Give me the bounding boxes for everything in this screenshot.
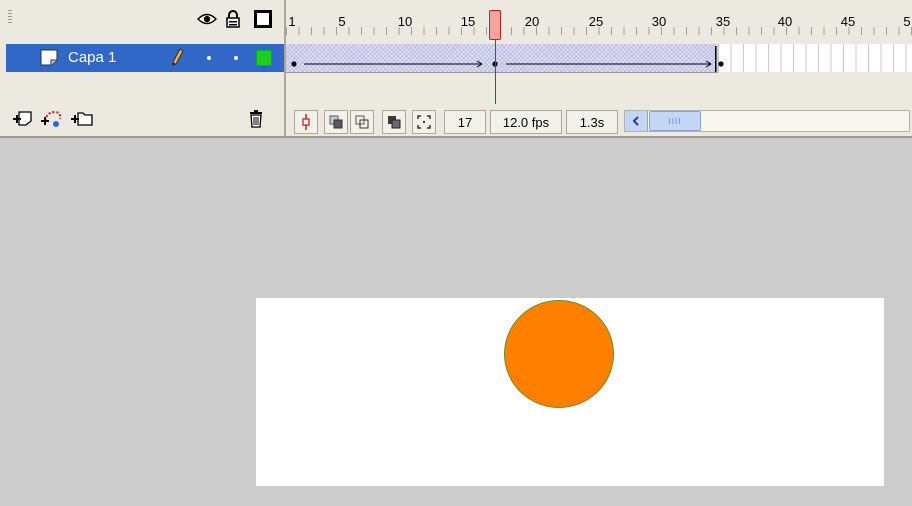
onion-skin-outlines-icon <box>355 115 369 129</box>
orange-circle-shape[interactable] <box>504 300 614 408</box>
current-frame-display: 17 <box>444 110 486 134</box>
pencil-icon <box>172 48 184 70</box>
chevron-left-icon <box>632 116 639 126</box>
lock-icon[interactable] <box>222 8 244 30</box>
frame-ruler[interactable]: 1 5 10 15 20 25 30 35 40 45 5 <box>286 0 912 40</box>
trash-icon[interactable] <box>248 110 264 133</box>
timeline-bottom-border <box>0 136 912 138</box>
playhead-handle[interactable] <box>489 10 501 40</box>
work-area[interactable] <box>0 140 912 506</box>
elapsed-time-display: 1.3s <box>566 110 618 134</box>
onion-skin-icon <box>329 115 343 129</box>
frame-rate-display[interactable]: 12.0 fps <box>490 110 562 134</box>
lock-dot-icon[interactable] <box>234 56 238 60</box>
stage-canvas[interactable] <box>256 298 884 486</box>
insert-guide-layer-icon[interactable] <box>40 109 62 134</box>
center-frame-button[interactable] <box>294 110 318 134</box>
timeline-panel: Capa 1 1 5 10 15 20 25 30 35 40 45 5 17 … <box>0 0 912 138</box>
layer-icon <box>40 49 58 70</box>
onion-skin-outlines-button[interactable] <box>350 110 374 134</box>
scroll-left-button[interactable] <box>625 111 648 131</box>
frame-row[interactable] <box>286 44 912 73</box>
horizontal-scrollbar[interactable]: IIII <box>624 110 910 132</box>
frames-panel: 1 5 10 15 20 25 30 35 40 45 5 17 12.0 fp… <box>286 0 912 137</box>
modify-onion-markers-button[interactable] <box>412 110 436 134</box>
layer-row-capa-1[interactable]: Capa 1 <box>6 44 284 72</box>
outline-icon[interactable] <box>252 8 274 30</box>
eye-icon[interactable] <box>196 8 218 30</box>
ruler-ticks <box>286 27 912 35</box>
scroll-thumb[interactable]: IIII <box>649 111 701 131</box>
timeline-status-bar: 17 12.0 fps 1.3s IIII <box>286 108 912 134</box>
edit-multiple-frames-icon <box>388 116 401 129</box>
visibility-dot-icon[interactable] <box>207 56 211 60</box>
panel-grip-icon[interactable] <box>8 10 12 24</box>
onion-skin-button[interactable] <box>324 110 348 134</box>
insert-layer-icon[interactable] <box>12 110 34 133</box>
edit-multiple-frames-button[interactable] <box>382 110 406 134</box>
center-frame-icon <box>302 114 310 130</box>
empty-frame-cells[interactable] <box>718 44 912 72</box>
layer-name[interactable]: Capa 1 <box>68 49 116 66</box>
layers-panel: Capa 1 <box>0 0 284 137</box>
layer-toolbar <box>6 108 284 132</box>
tween-arrows <box>291 46 724 72</box>
outline-color-swatch[interactable] <box>256 50 272 66</box>
insert-folder-icon[interactable] <box>70 109 94 132</box>
modify-onion-markers-icon <box>417 115 431 129</box>
